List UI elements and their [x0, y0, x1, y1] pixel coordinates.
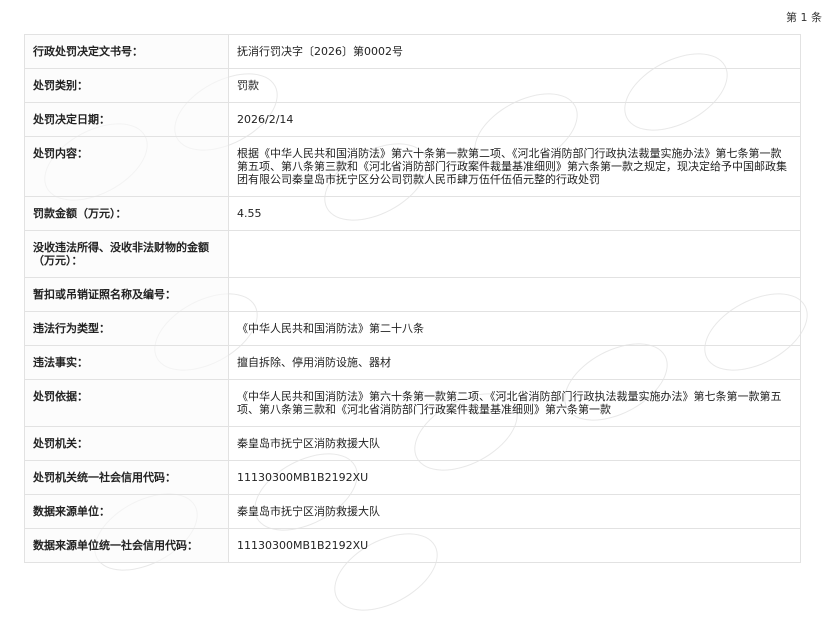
row-label: 处罚类别： — [24, 68, 229, 103]
row-label: 暂扣或吊销证照名称及编号： — [24, 277, 229, 312]
table-row: 处罚依据： 《中华人民共和国消防法》第六十条第一款第二项、《河北省消防部门行政执… — [24, 379, 801, 427]
table-row: 数据来源单位： 秦皇岛市抚宁区消防救援大队 — [24, 494, 801, 529]
row-label: 处罚内容： — [24, 136, 229, 197]
row-label: 处罚机关统一社会信用代码： — [24, 460, 229, 495]
row-value: 罚款 — [228, 68, 801, 103]
row-label: 违法行为类型： — [24, 311, 229, 346]
row-value: 《中华人民共和国消防法》第六十条第一款第二项、《河北省消防部门行政执法裁量实施办… — [228, 379, 801, 427]
table-row: 处罚机关： 秦皇岛市抚宁区消防救援大队 — [24, 426, 801, 461]
table-row: 处罚类别： 罚款 — [24, 68, 801, 103]
row-label: 处罚依据： — [24, 379, 229, 427]
row-value: 秦皇岛市抚宁区消防救援大队 — [228, 426, 801, 461]
row-value: 根据《中华人民共和国消防法》第六十条第一款第二项、《河北省消防部门行政执法裁量实… — [228, 136, 801, 197]
row-label: 违法事实： — [24, 345, 229, 380]
row-label: 数据来源单位统一社会信用代码： — [24, 528, 229, 563]
table-row: 处罚内容： 根据《中华人民共和国消防法》第六十条第一款第二项、《河北省消防部门行… — [24, 136, 801, 197]
row-value — [228, 277, 801, 312]
table-row: 罚款金额（万元）： 4.55 — [24, 196, 801, 231]
row-label: 没收违法所得、没收非法财物的金额（万元）： — [24, 230, 229, 278]
table-row: 行政处罚决定文书号： 抚消行罚决字〔2026〕第0002号 — [24, 34, 801, 69]
table-row: 处罚机关统一社会信用代码： 11130300MB1B2192XU — [24, 460, 801, 495]
table-row: 数据来源单位统一社会信用代码： 11130300MB1B2192XU — [24, 528, 801, 563]
row-value: 擅自拆除、停用消防设施、器材 — [228, 345, 801, 380]
row-label: 行政处罚决定文书号： — [24, 34, 229, 69]
row-value: 2026/2/14 — [228, 102, 801, 137]
row-label: 处罚机关： — [24, 426, 229, 461]
row-value — [228, 230, 801, 278]
table-row: 没收违法所得、没收非法财物的金额（万元）： — [24, 230, 801, 278]
table-row: 暂扣或吊销证照名称及编号： — [24, 277, 801, 312]
row-label: 处罚决定日期： — [24, 102, 229, 137]
record-counter: 第 1 条 — [786, 11, 822, 24]
row-value: 4.55 — [228, 196, 801, 231]
table-row: 违法事实： 擅自拆除、停用消防设施、器材 — [24, 345, 801, 380]
row-value: 11130300MB1B2192XU — [228, 460, 801, 495]
row-value: 《中华人民共和国消防法》第二十八条 — [228, 311, 801, 346]
penalty-info-table: 行政处罚决定文书号： 抚消行罚决字〔2026〕第0002号 处罚类别： 罚款 处… — [24, 34, 801, 563]
table-row: 处罚决定日期： 2026/2/14 — [24, 102, 801, 137]
row-value: 秦皇岛市抚宁区消防救援大队 — [228, 494, 801, 529]
row-label: 数据来源单位： — [24, 494, 229, 529]
row-value: 抚消行罚决字〔2026〕第0002号 — [228, 34, 801, 69]
row-value: 11130300MB1B2192XU — [228, 528, 801, 563]
row-label: 罚款金额（万元）： — [24, 196, 229, 231]
table-row: 违法行为类型： 《中华人民共和国消防法》第二十八条 — [24, 311, 801, 346]
